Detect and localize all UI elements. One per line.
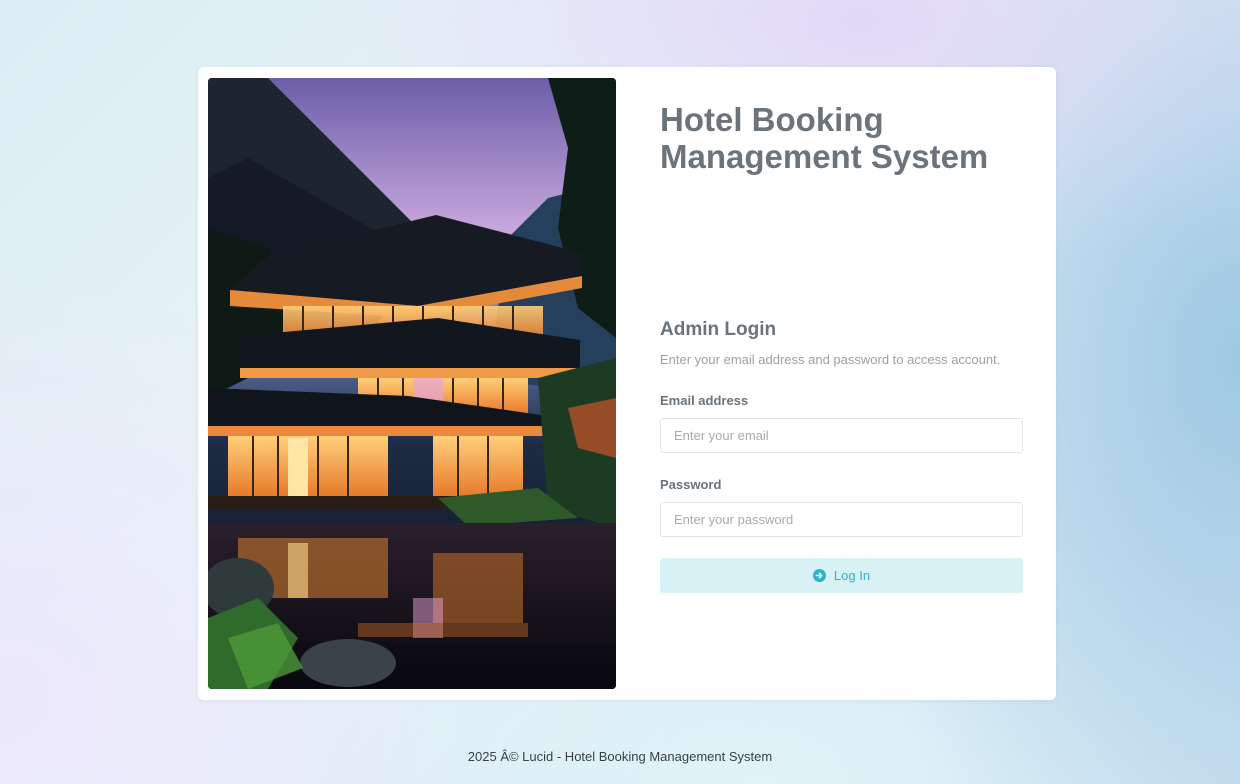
password-field[interactable] [660,502,1023,537]
footer-text: 2025 Â© Lucid - Hotel Booking Management… [467,749,773,764]
email-label: Email address [660,393,749,408]
arrow-right-circle-icon [812,569,826,582]
login-heading: Admin Login [660,319,777,340]
login-button-label: Log In [833,568,871,583]
page-title: Hotel Booking Management System [660,101,989,175]
email-field[interactable] [660,418,1023,453]
login-subtitle: Enter your email address and password to… [660,352,1001,367]
login-card: Hotel Booking Management System Admin Lo… [198,67,1056,700]
login-button[interactable]: Log In [660,558,1023,593]
hero-image [208,78,616,689]
password-label: Password [660,477,722,492]
